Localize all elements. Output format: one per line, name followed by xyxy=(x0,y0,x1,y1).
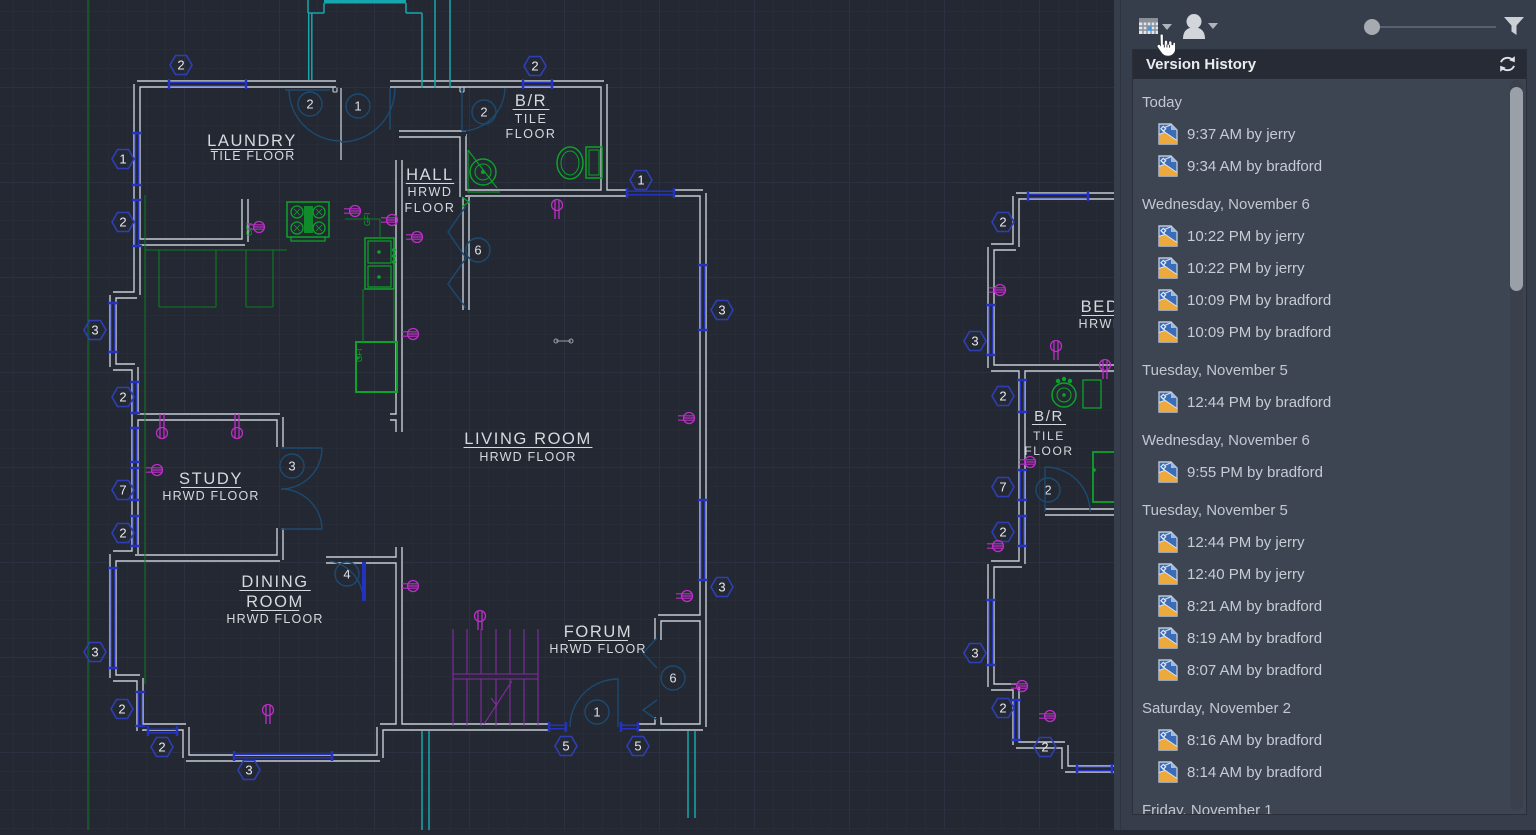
svg-text:TILE: TILE xyxy=(515,112,548,126)
svg-text:2: 2 xyxy=(118,702,125,717)
svg-text:HRWD FLOOR: HRWD FLOOR xyxy=(479,450,576,464)
svg-text:2: 2 xyxy=(999,215,1006,230)
svg-text:LIVING ROOM: LIVING ROOM xyxy=(464,430,592,448)
svg-text:ROOM: ROOM xyxy=(246,593,304,611)
svg-text:3: 3 xyxy=(91,323,98,338)
svg-text:3: 3 xyxy=(971,646,978,661)
svg-text:3: 3 xyxy=(718,303,725,318)
svg-text:2: 2 xyxy=(158,740,165,755)
svg-text:2: 2 xyxy=(306,97,313,112)
svg-text:2: 2 xyxy=(177,58,184,73)
svg-text:3: 3 xyxy=(971,334,978,349)
svg-text:FLOOR: FLOOR xyxy=(1024,444,1073,458)
svg-text:GFI: GFI xyxy=(363,213,372,226)
svg-text:1: 1 xyxy=(354,99,361,114)
svg-text:1: 1 xyxy=(593,705,600,720)
svg-text:5: 5 xyxy=(634,739,641,754)
svg-text:TILE FLOOR: TILE FLOOR xyxy=(211,149,296,163)
svg-text:1: 1 xyxy=(637,173,644,188)
svg-text:3: 3 xyxy=(245,763,252,778)
svg-text:DINING: DINING xyxy=(241,573,308,591)
svg-text:7: 7 xyxy=(119,483,126,498)
svg-text:STUDY: STUDY xyxy=(179,470,243,488)
svg-text:2: 2 xyxy=(999,525,1006,540)
svg-text:2: 2 xyxy=(119,215,126,230)
svg-text:HRWD: HRWD xyxy=(407,185,452,199)
svg-text:FLOOR: FLOOR xyxy=(505,127,556,141)
svg-text:3: 3 xyxy=(91,645,98,660)
svg-text:3: 3 xyxy=(718,580,725,595)
svg-text:5: 5 xyxy=(562,739,569,754)
svg-text:HRWD FLOOR: HRWD FLOOR xyxy=(162,489,259,503)
svg-text:HALL: HALL xyxy=(406,166,454,184)
svg-text:B/R: B/R xyxy=(515,92,547,110)
svg-text:2: 2 xyxy=(480,105,487,120)
svg-text:6: 6 xyxy=(669,671,676,686)
svg-text:1: 1 xyxy=(119,152,126,167)
svg-text:B/R: B/R xyxy=(1034,408,1064,425)
svg-text:7: 7 xyxy=(999,480,1006,495)
svg-text:TILE: TILE xyxy=(1033,429,1065,443)
svg-text:2: 2 xyxy=(531,59,538,74)
svg-text:LAUNDRY: LAUNDRY xyxy=(207,132,297,150)
svg-text:6: 6 xyxy=(474,243,481,258)
svg-text:GFI: GFI xyxy=(355,349,364,362)
svg-text:FORUM: FORUM xyxy=(564,623,633,641)
svg-text:2: 2 xyxy=(999,701,1006,716)
svg-text:2: 2 xyxy=(999,389,1006,404)
svg-text:2: 2 xyxy=(1041,740,1048,755)
svg-text:FLOOR: FLOOR xyxy=(404,201,455,215)
svg-text:2: 2 xyxy=(119,390,126,405)
svg-text:HRWD FLOOR: HRWD FLOOR xyxy=(226,612,323,626)
svg-text:3: 3 xyxy=(288,459,295,474)
svg-text:2: 2 xyxy=(119,526,126,541)
svg-text:HRWD FLOOR: HRWD FLOOR xyxy=(549,642,646,656)
